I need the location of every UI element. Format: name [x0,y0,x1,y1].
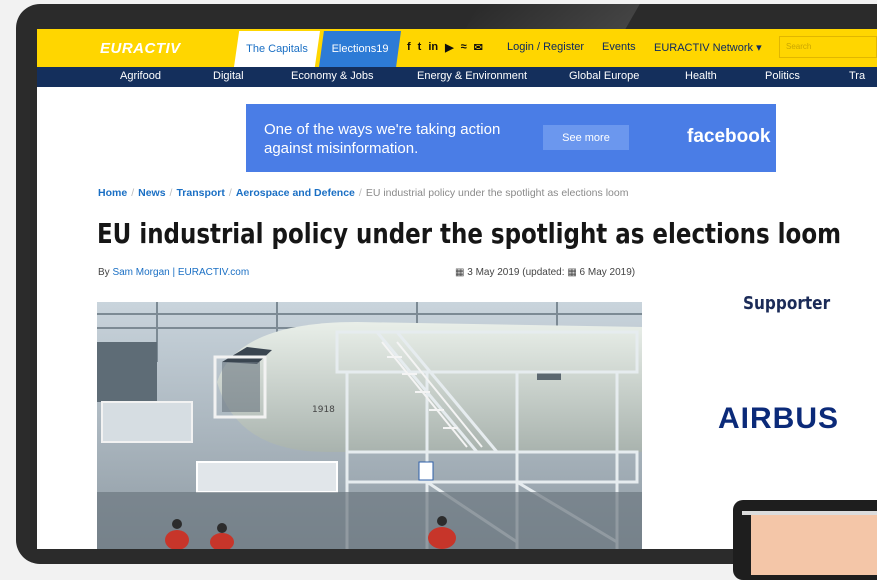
rss-icon[interactable]: ≈ [461,41,467,54]
network-dropdown[interactable]: EURACTIV Network ▾ [654,41,762,54]
see-more-button[interactable]: See more [543,125,629,150]
calendar-icon: ▦ [455,267,465,278]
facebook-ad-banner[interactable]: One of the ways we're taking action agai… [246,104,776,172]
article-hero-image: 1918 [97,302,642,549]
article-date: ▦ 3 May 2019 (updated: ▦ 6 May 2019) [455,267,635,278]
events-link[interactable]: Events [602,41,636,53]
breadcrumb-separator: / [169,187,173,199]
tail-number: 1918 [312,405,335,415]
breadcrumb-separator: / [131,187,135,199]
breadcrumb-current: EU industrial policy under the spotlight… [365,187,629,199]
nav-item-economy[interactable]: Economy & Jobs [291,70,374,82]
mail-icon[interactable]: ✉ [474,41,483,54]
publish-date: 3 May 2019 (updated: [467,267,568,278]
breadcrumb-home[interactable]: Home [98,187,127,199]
social-icons: f t in ▶ ≈ ✉ [407,41,483,54]
site-logo[interactable]: EURACTIV [100,40,181,57]
tab-the-capitals[interactable]: The Capitals [234,31,320,67]
tab-elections19[interactable]: Elections19 [319,31,401,67]
breadcrumb-separator: / [228,187,232,199]
updated-date: 6 May 2019) [579,267,636,278]
top-bar: EURACTIV The Capitals Elections19 f t in… [37,29,877,67]
calendar-icon: ▦ [567,267,577,278]
article-title: EU industrial policy under the spotlight… [97,217,842,250]
nav-item-health[interactable]: Health [685,70,717,82]
youtube-icon[interactable]: ▶ [445,41,453,54]
breadcrumb-aerospace[interactable]: Aerospace and Defence [236,187,355,199]
supporter-label: Supporter [743,293,831,314]
login-register-link[interactable]: Login / Register [507,41,584,53]
linkedin-icon[interactable]: in [428,41,438,54]
breadcrumb-separator: / [358,187,362,199]
search-input[interactable]: Search [779,36,877,58]
twitter-icon[interactable]: t [418,41,422,54]
nav-item-politics[interactable]: Politics [765,70,800,82]
facebook-wordmark: facebook [687,126,771,147]
breadcrumb-transport[interactable]: Transport [176,187,224,199]
nav-item-digital[interactable]: Digital [213,70,244,82]
breadcrumb-news[interactable]: News [138,187,165,199]
article-byline: By Sam Morgan | EURACTIV.com [98,267,249,278]
nav-item-energy[interactable]: Energy & Environment [417,70,527,82]
byline-prefix: By [98,267,110,278]
browser-screen: EURACTIV The Capitals Elections19 f t in… [37,29,877,549]
breadcrumb: Home / News / Transport / Aerospace and Defenc… [98,187,628,199]
nav-item-transport[interactable]: Tra [849,70,865,82]
category-nav: Agrifood Digital Economy & Jobs Energy &… [37,67,877,87]
ad-text: One of the ways we're taking action agai… [264,121,501,157]
author-link[interactable]: Sam Morgan | EURACTIV.com [112,267,249,278]
aircraft-hangar-illustration: 1918 [97,302,642,549]
nav-item-global-europe[interactable]: Global Europe [569,70,639,82]
airbus-logo[interactable]: AIRBUS [718,402,839,436]
facebook-icon[interactable]: f [407,41,411,54]
laptop-screen [751,515,877,575]
nav-item-agrifood[interactable]: Agrifood [120,70,161,82]
